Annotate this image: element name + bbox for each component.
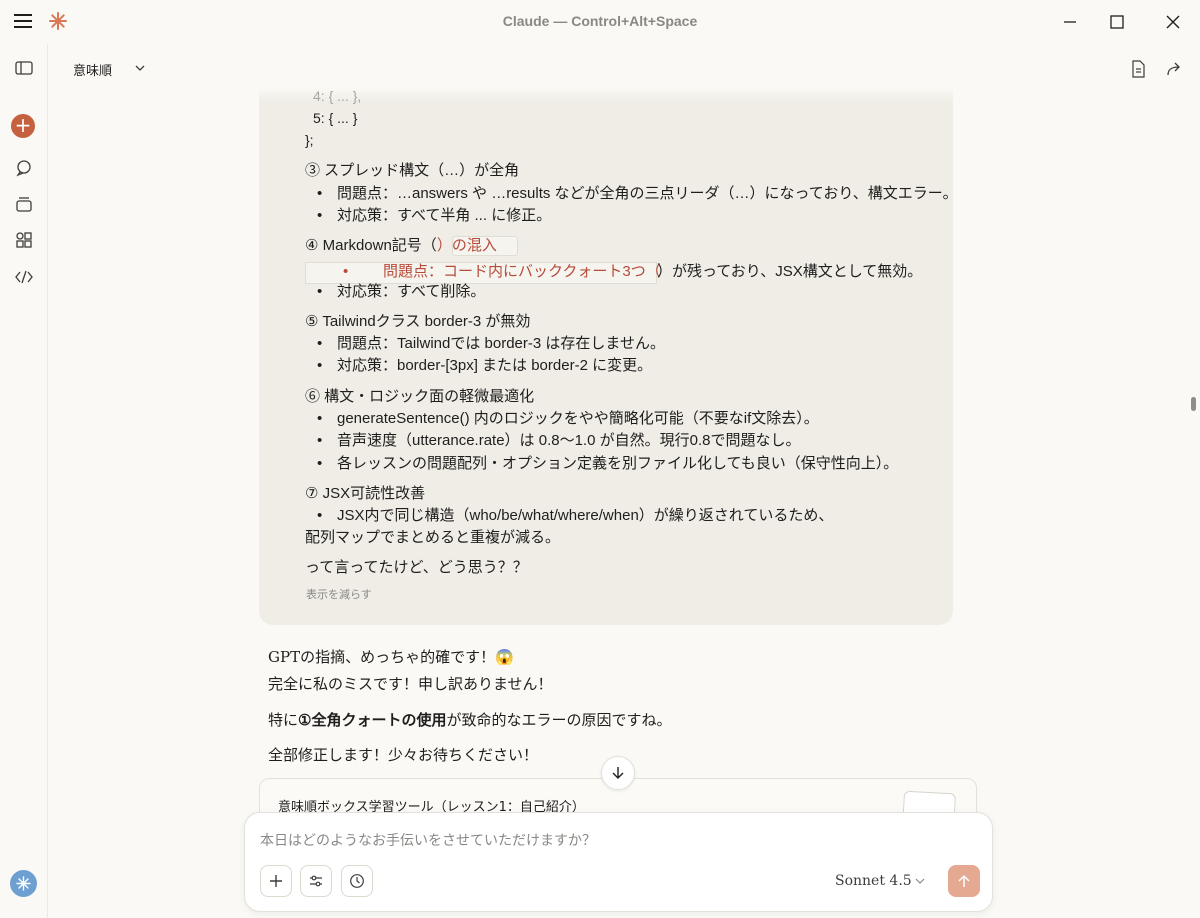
arrow-down-icon <box>612 767 624 779</box>
chevron-down-icon[interactable] <box>133 61 147 75</box>
item-heading: ⑥ 構文・ロジック面の軽微最適化 <box>305 388 535 405</box>
left-sidebar: + <box>0 44 48 918</box>
sliders-icon <box>310 875 322 887</box>
code-line: 4: { ... }, <box>313 88 362 104</box>
plus-icon <box>270 875 282 887</box>
code-line: }; <box>305 132 314 148</box>
list-item: generateSentence() 内のロジックをやや簡略化可能（不要なif文… <box>317 409 819 429</box>
close-icon[interactable] <box>1161 10 1185 34</box>
minimize-icon[interactable] <box>1058 10 1082 34</box>
quoted-bullet: 問題点：コード内にバッククォート3つ（ <box>383 263 661 280</box>
clock-icon <box>350 874 364 888</box>
list-item: 対応策：border-[3px] または border-2 に変更。 <box>317 356 652 376</box>
share-icon[interactable] <box>1165 60 1183 78</box>
item-heading: ⑤ Tailwindクラス border-3 が無効 <box>305 313 531 330</box>
chat-title[interactable]: 意味順 <box>73 60 112 79</box>
quote-bullet-mark: • <box>343 263 349 280</box>
add-attachment-button[interactable] <box>260 865 292 897</box>
message-input[interactable]: 本日はどのようなお手伝いをさせていただけますか？ <box>260 830 596 850</box>
window-title: Claude — Control+Alt+Space <box>502 13 698 29</box>
user-message: 4: { ... }, 5: { ... } }; ③ スプレッド構文（…）が全… <box>259 88 958 625</box>
sidebar-toggle-icon[interactable] <box>12 56 36 80</box>
code-line: 5: { ... } <box>313 110 358 126</box>
list-item: 対応策：すべて削除。 <box>317 282 485 302</box>
new-chat-button[interactable]: + <box>11 114 35 138</box>
reply-line: 全部修正します！少々お待ちください！ <box>268 746 539 764</box>
chevron-down-icon[interactable] <box>913 874 927 888</box>
code-icon[interactable] <box>12 265 36 289</box>
list-item: 問題点：…answers や …results などが全角の三点リーダ（…）にな… <box>317 184 958 204</box>
show-less-link[interactable]: 表示を減らす <box>306 586 372 602</box>
list-item: 各レッスンの問題配列・オプション定義を別ファイル化しても良い（保守性向上）。 <box>317 454 898 474</box>
model-selector[interactable]: Sonnet 4.5 <box>835 873 912 889</box>
send-button[interactable] <box>948 865 980 897</box>
scroll-down-button[interactable] <box>601 756 635 790</box>
maximize-icon[interactable] <box>1105 10 1129 34</box>
avatar[interactable] <box>10 870 37 897</box>
item-heading: ③ スプレッド構文（…）が全角 <box>305 162 520 179</box>
projects-icon[interactable] <box>12 192 36 216</box>
reply-line: 完全に私のミスです！申し訳ありません！ <box>268 675 553 693</box>
chats-icon[interactable] <box>12 156 36 180</box>
closing-text: って言ってたけど、どう思う？？ <box>305 559 528 576</box>
tools-button[interactable] <box>300 865 332 897</box>
scrollbar-thumb[interactable] <box>1191 397 1196 411</box>
list-item: 問題点：Tailwindでは border-3 は存在しません。 <box>317 334 665 354</box>
list-item: 対応策：すべて半角 ... に修正。 <box>317 206 551 226</box>
title-bar: Claude — Control+Alt+Space <box>0 0 1200 44</box>
quoted-tail: ）が残っており、JSX構文として無効。 <box>657 263 923 280</box>
history-button[interactable] <box>341 865 373 897</box>
item-heading: ⑦ JSX可読性改善 <box>305 485 426 502</box>
item-heading: ④ Markdown記号（）の混入 <box>305 237 497 254</box>
composer: 本日はどのようなお手伝いをさせていただけますか？ Sonnet 4.5 <box>244 812 993 912</box>
fade-overlay <box>259 88 953 102</box>
document-icon[interactable] <box>1129 60 1147 78</box>
reply-line: 特に①全角クォートの使用が致命的なエラーの原因ですね。 <box>268 711 672 729</box>
chat-header: 意味順 <box>49 44 1200 92</box>
arrow-up-icon <box>958 874 970 887</box>
reply-line: GPTの指摘、めっちゃ的確です！😱 <box>268 648 514 666</box>
list-item: 音声速度（utterance.rate）は 0.8〜1.0 が自然。現行0.8で… <box>317 431 800 451</box>
list-item: JSX内で同じ構造（who/be/what/where/when）が繰り返されて… <box>317 506 833 526</box>
artifacts-icon[interactable] <box>12 228 36 252</box>
list-continuation: 配列マップでまとめると重複が減る。 <box>305 529 561 546</box>
